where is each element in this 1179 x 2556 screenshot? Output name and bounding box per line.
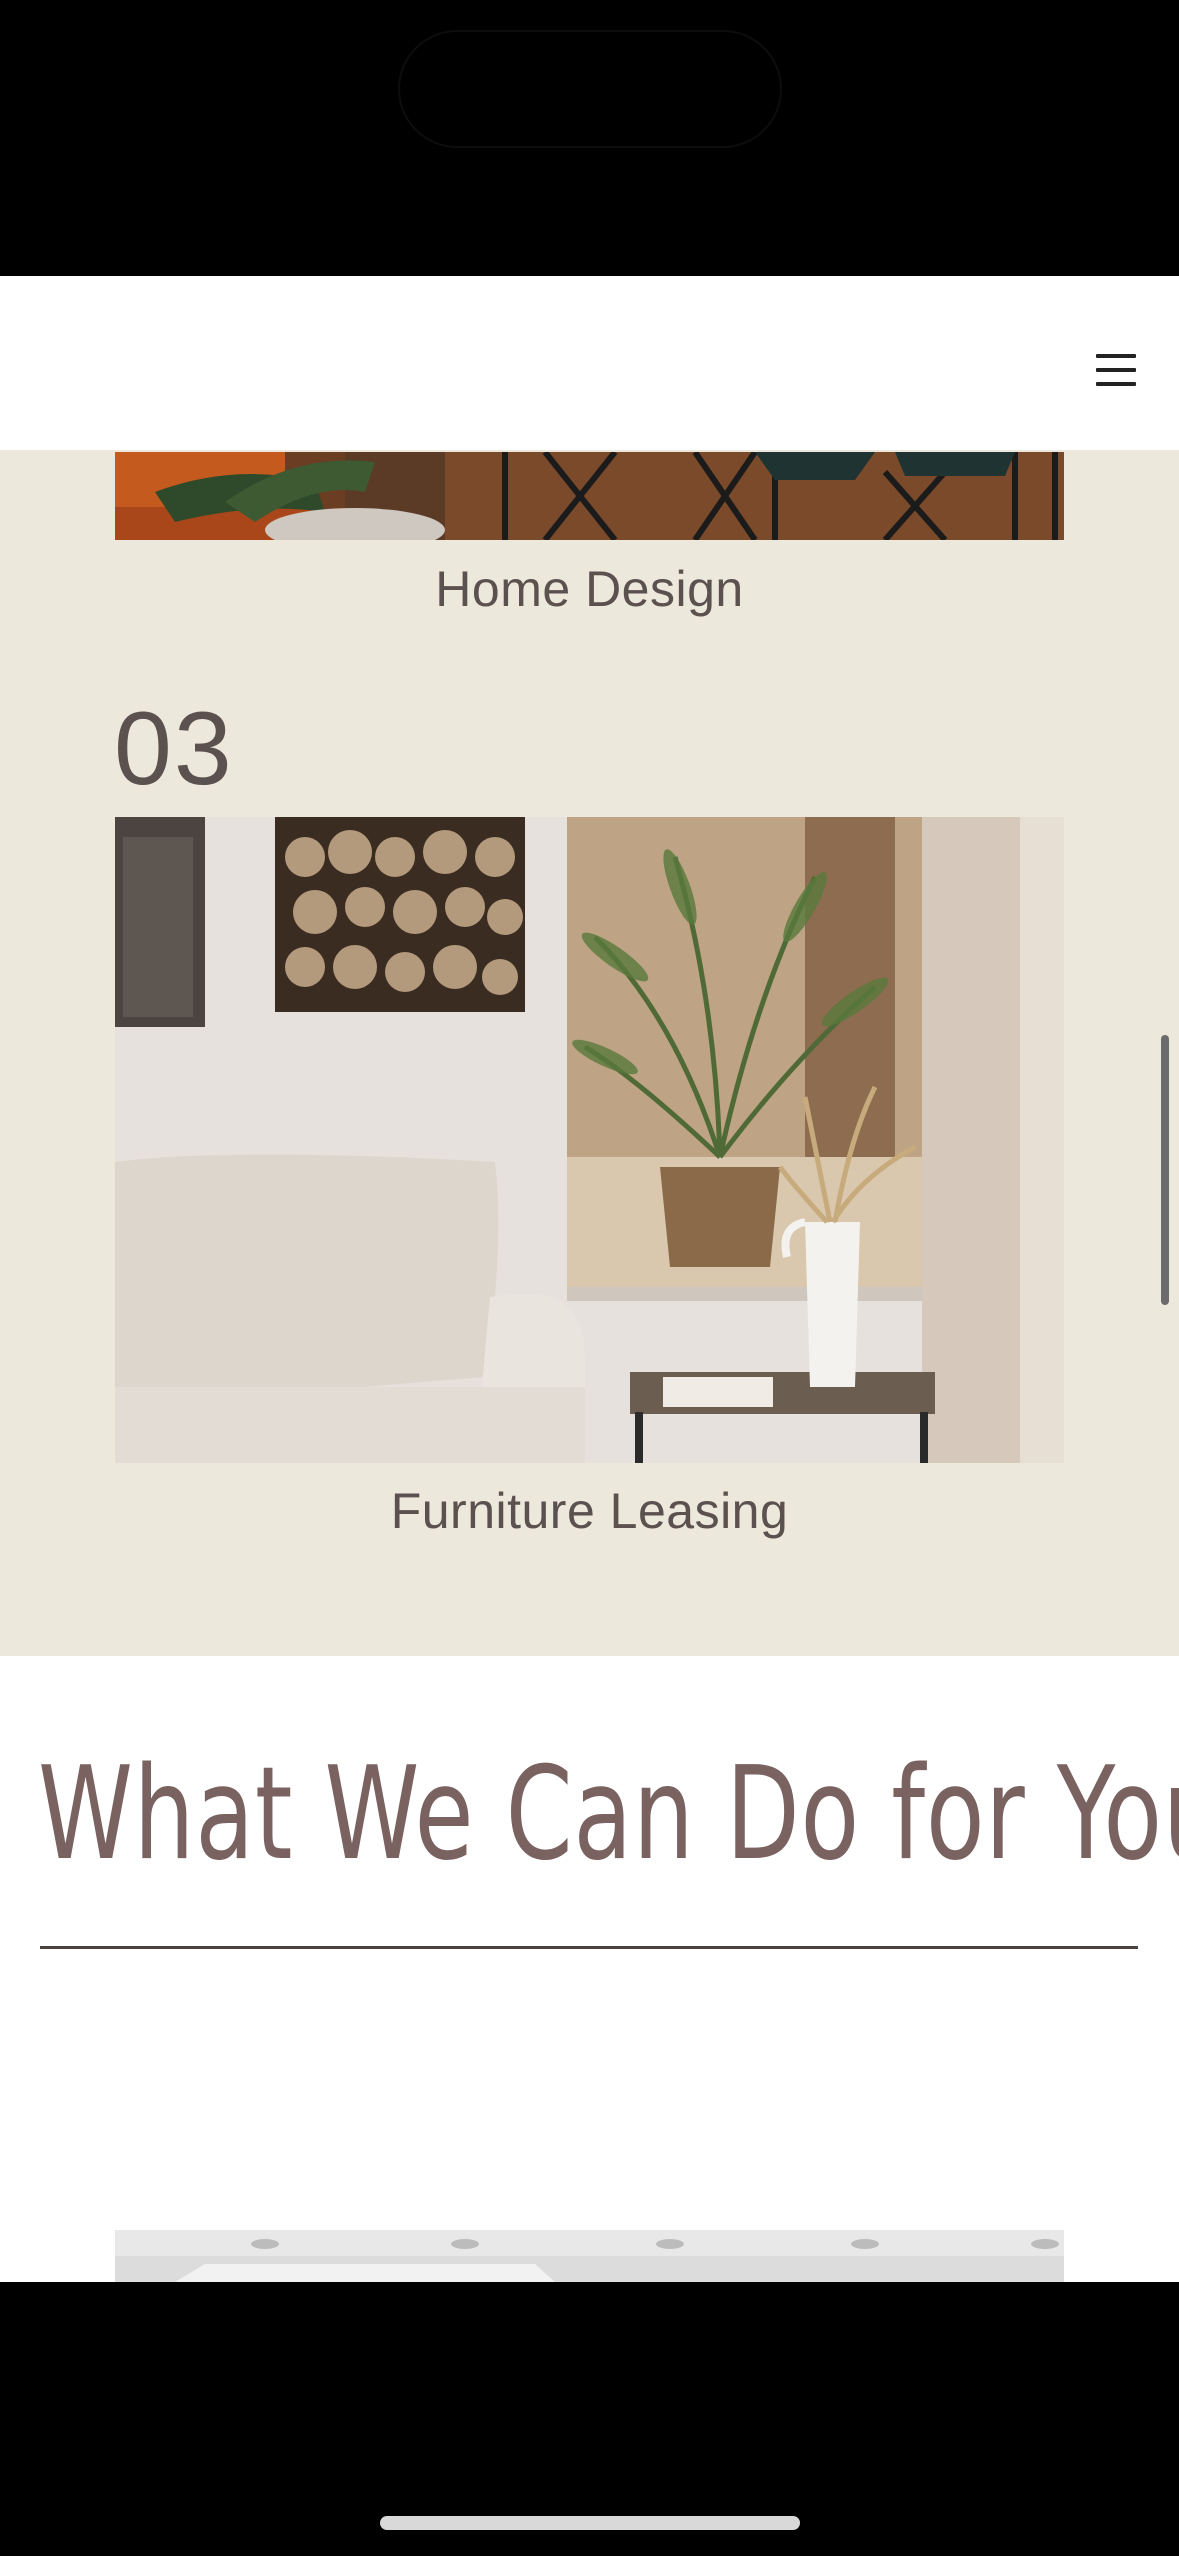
- home-design-image: [115, 452, 1064, 540]
- scrollbar-thumb[interactable]: [1161, 1035, 1169, 1305]
- section-title: What We Can Do for You: [38, 1740, 1179, 1889]
- home-indicator[interactable]: [380, 2516, 800, 2530]
- furniture-leasing-image: [115, 817, 1064, 1463]
- service-image-partial: [115, 2230, 1064, 2282]
- site-header: [0, 276, 1179, 450]
- dynamic-island: [398, 30, 782, 148]
- hamburger-menu-button[interactable]: [1080, 340, 1158, 400]
- service-caption-home-design: Home Design: [435, 561, 744, 617]
- bottom-system-bar: [0, 2282, 1179, 2556]
- service-caption-furniture-leasing: Furniture Leasing: [390, 1483, 789, 1539]
- section-divider: [40, 1946, 1138, 1949]
- service-number: 03: [114, 691, 234, 807]
